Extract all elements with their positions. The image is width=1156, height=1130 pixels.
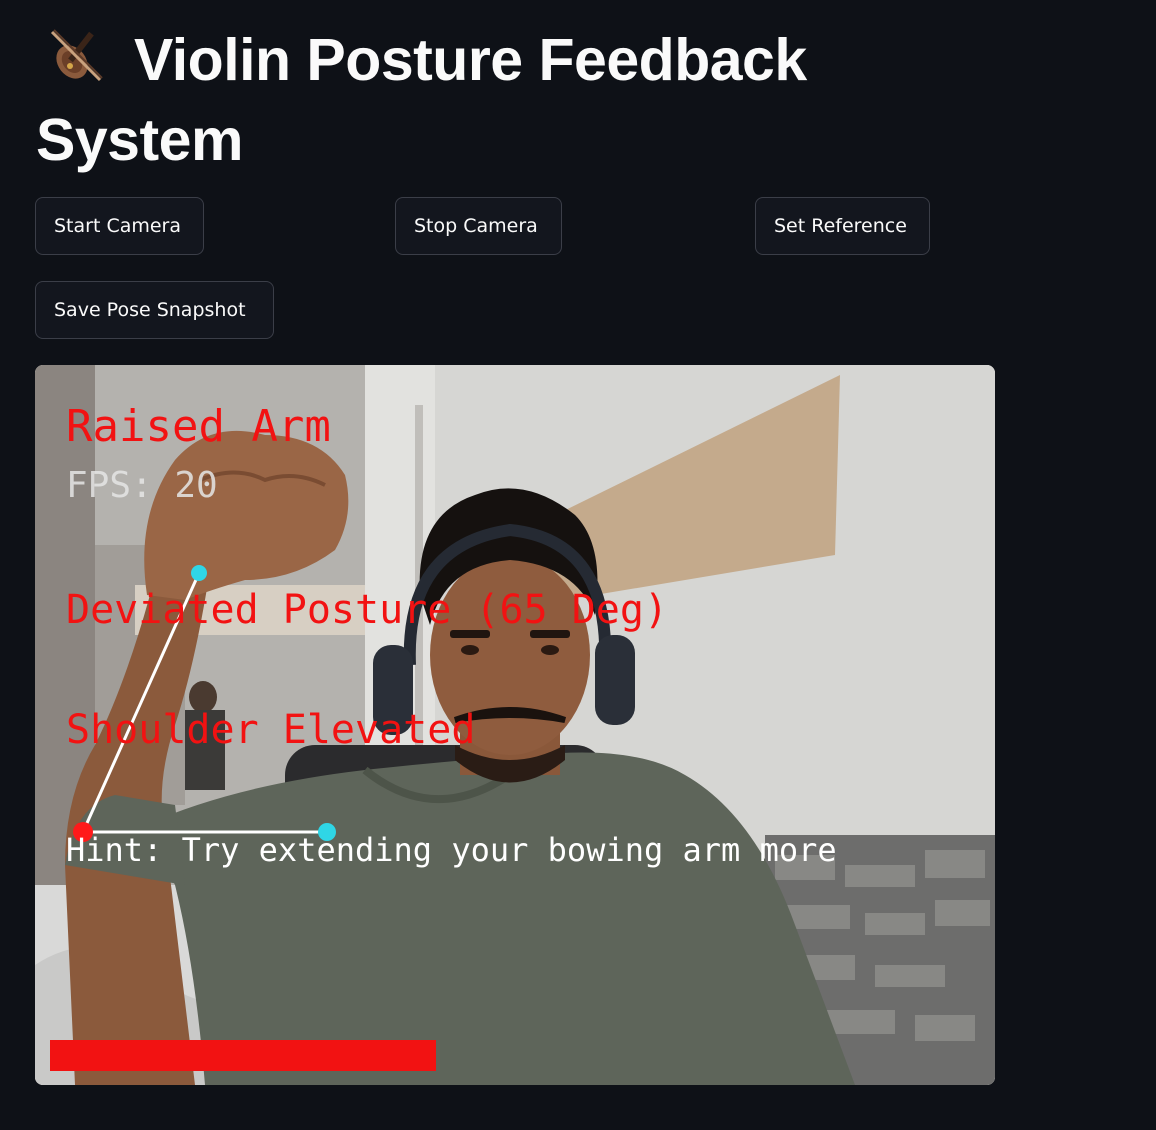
violin-emoji-icon	[50, 29, 103, 82]
deviation-label: Deviated Posture (65 Deg)	[66, 587, 669, 633]
page-title: Violin Posture Feedback System	[36, 20, 936, 180]
shoulder-warning-label: Shoulder Elevated	[66, 707, 476, 753]
hint-label: Hint: Try extending your bowing arm more	[66, 831, 837, 869]
posture-score-bar-fill	[50, 1040, 436, 1071]
posture-score-bar	[50, 1040, 436, 1071]
stop-camera-button[interactable]: Stop Camera	[395, 197, 562, 255]
posture-status-label: Raised Arm	[66, 401, 331, 452]
set-reference-button[interactable]: Set Reference	[755, 197, 930, 255]
fps-readout: FPS: 20	[66, 465, 218, 506]
app-root: Violin Posture Feedback System Start Cam…	[0, 0, 1156, 1130]
start-camera-button[interactable]: Start Camera	[35, 197, 204, 255]
camera-feed: Raised Arm FPS: 20 Deviated Posture (65 …	[35, 365, 995, 1085]
wrist-keypoint	[191, 565, 207, 581]
save-pose-snapshot-button[interactable]: Save Pose Snapshot	[35, 281, 274, 339]
page-title-text: Violin Posture Feedback System	[36, 27, 807, 173]
